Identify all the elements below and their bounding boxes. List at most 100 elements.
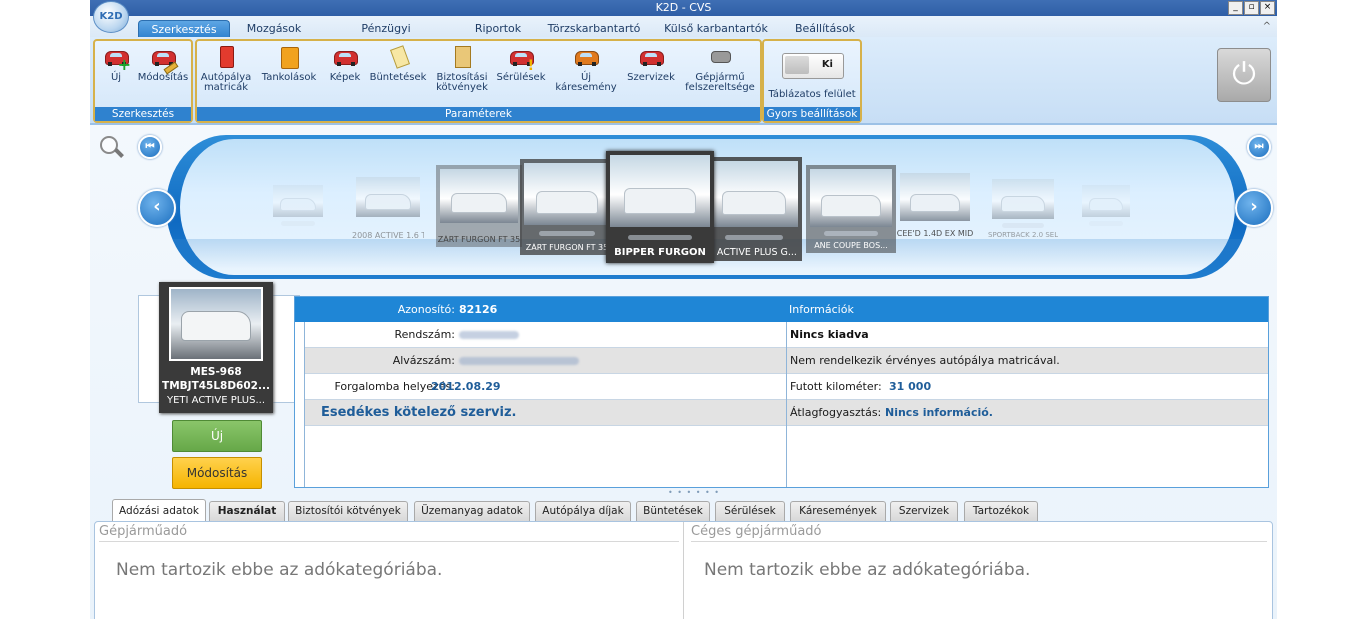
fines-button[interactable]: Büntetések	[369, 45, 427, 83]
tab-hasznalat[interactable]: Használat	[209, 501, 285, 521]
table-view-label: Táblázatos felület	[768, 89, 856, 100]
toggle-value: Ki	[821, 59, 833, 70]
vehicle-plate: MES-968	[190, 366, 242, 378]
fuel-icon	[276, 45, 302, 69]
km-label: Futott kilométer:	[790, 380, 882, 393]
tab-buntetesek[interactable]: Büntetések	[636, 501, 710, 521]
new-button[interactable]: + Új	[101, 45, 131, 83]
tab-adozasi-adatok[interactable]: Adózási adatok	[112, 499, 206, 522]
carousel-prev-button[interactable]: ‹	[138, 189, 176, 227]
ribbon-collapse-icon[interactable]: ^	[1263, 21, 1271, 32]
info-header-row: Azonosító: 82126 Információk	[295, 297, 1268, 322]
splitter-handle[interactable]: • • • • • •	[668, 488, 720, 497]
ribbon: + Új Módosítás Szerkesztés Autópálya mat…	[90, 37, 1277, 125]
vehicle-info-table: Azonosító: 82126 Információk Rendszám: N…	[294, 296, 1269, 488]
refuelings-button[interactable]: Tankolások	[259, 45, 319, 83]
damages-button[interactable]: ! Sérülések	[493, 45, 549, 83]
fines-label: Büntetések	[369, 72, 427, 83]
search-icon[interactable]	[100, 136, 120, 156]
carousel-item[interactable]: ANE COUPE BOS...	[806, 165, 896, 253]
carousel-item[interactable]	[1078, 181, 1134, 233]
carousel-item-label: ZÁRT FURGON FT 35	[525, 243, 609, 252]
carousel-item[interactable]: SPORTBACK 2.0 SEL...	[988, 175, 1058, 239]
left-gutter	[295, 322, 305, 487]
window-controls: _ ▫ ×	[1228, 1, 1275, 15]
tab-szerkesztes[interactable]: Szerkesztés	[138, 20, 230, 38]
company-vehicle-tax-title: Céges gépjárműadó	[691, 524, 822, 539]
tab-mozgasok[interactable]: Mozgások	[240, 20, 308, 37]
toggle-knob	[785, 56, 809, 74]
tab-tartozekok[interactable]: Tartozékok	[964, 501, 1038, 521]
carousel-item[interactable]: I ACTIVE PLUS G...	[706, 157, 802, 261]
tab-torzskarbantarto[interactable]: Törzskarbantartó	[546, 20, 642, 37]
vehicle-equipment-button[interactable]: Gépjármű felszereltsége	[683, 45, 757, 93]
highway-stickers-label-2: matricák	[203, 82, 249, 93]
tab-szervizek[interactable]: Szervizek	[890, 501, 958, 521]
new-vehicle-button[interactable]: Új	[172, 420, 262, 452]
tab-autopalya-dijak[interactable]: Autópálya díjak	[535, 501, 631, 521]
km-value: 31 000	[889, 380, 932, 393]
id-label: Azonosító:	[397, 303, 455, 316]
tab-serulesek[interactable]: Sérülések	[715, 501, 785, 521]
app-logo[interactable]: K2D	[93, 1, 129, 33]
carousel-item[interactable]	[269, 181, 327, 233]
carousel-item[interactable]: ZÁRT FURGON FT 35	[520, 159, 614, 255]
tab-uzemanyag-adatok[interactable]: Üzemanyag adatok	[414, 501, 530, 521]
status-value: Nincs kiadva	[790, 328, 869, 341]
rendszam-label: Rendszám:	[394, 328, 455, 341]
carousel-item-selected[interactable]: BIPPER FURGON	[606, 151, 714, 263]
insurance-document-icon	[449, 45, 475, 69]
carousel-item-label: CEE'D 1.4D EX MID	[896, 229, 974, 238]
fine-ticket-icon	[385, 45, 411, 69]
edit-button[interactable]: Módosítás	[137, 45, 189, 83]
tab-beallitasok[interactable]: Beállítások	[790, 20, 860, 37]
services-button[interactable]: Szervizek	[623, 45, 679, 83]
matrica-text: Nem rendelkezik érvényes autópálya matri…	[790, 354, 1060, 367]
new-claim-button[interactable]: Új káresemény	[553, 45, 619, 93]
insurance-policies-button[interactable]: Biztosítási kötvények	[431, 45, 493, 93]
last-item-button[interactable]: ⏭	[1247, 135, 1271, 159]
tab-karesemenyek[interactable]: Káresemények	[790, 501, 886, 521]
vehicle-tax-message: Nem tartozik ebbe az adókategóriába.	[116, 560, 443, 580]
first-item-button[interactable]: ⏮	[138, 135, 162, 159]
carousel-item[interactable]: ZÁRT FURGON FT 35	[436, 165, 522, 247]
panel-divider	[683, 522, 684, 619]
carousel-item-label: BIPPER FURGON	[614, 247, 706, 258]
carousel-item-label: ANE COUPE BOS...	[814, 241, 888, 250]
car-claim-icon	[573, 45, 599, 69]
table-view-toggle[interactable]: Ki	[782, 53, 844, 79]
highway-stickers-button[interactable]: Autópálya matricák	[199, 45, 253, 93]
images-button[interactable]: Képek	[325, 45, 365, 83]
car-add-icon: +	[103, 45, 131, 73]
car-images-icon	[332, 45, 358, 69]
insurance-policies-label-2: kötvények	[436, 82, 488, 93]
restore-button[interactable]: ▫	[1244, 1, 1259, 15]
vehicle-photo-card: MES-968 TMBJT45L8D602... YETI ACTIVE PLU…	[159, 282, 273, 413]
tab-kulso-karbantartok[interactable]: Külső karbantartók	[664, 20, 768, 37]
divider	[691, 541, 1267, 542]
carousel-item-label: 2008 ACTIVE 1.6 T4	[352, 231, 424, 240]
close-button[interactable]: ×	[1260, 1, 1275, 15]
carousel-item-label: I ACTIVE PLUS G...	[711, 247, 797, 258]
damages-label: Sérülések	[496, 72, 546, 83]
carousel-item[interactable]: 2008 ACTIVE 1.6 T4	[352, 173, 424, 240]
info-header: Információk	[789, 303, 854, 316]
window-title: K2D - CVS	[655, 1, 712, 14]
carousel-item[interactable]: CEE'D 1.4D EX MID	[896, 169, 974, 243]
carousel-item-label: ZÁRT FURGON FT 35	[437, 235, 521, 244]
rendszam-value	[459, 322, 519, 347]
menu-bar: Szerkesztés Mozgások Pénzügyi előjegyzés…	[90, 16, 1277, 52]
edit-vehicle-button[interactable]: Módosítás	[172, 457, 262, 489]
tab-penzugyi-elojegyzesek[interactable]: Pénzügyi előjegyzések	[326, 20, 446, 52]
minimize-button[interactable]: _	[1228, 1, 1243, 15]
power-icon: ⏻	[1232, 57, 1256, 92]
group-parameterek: Autópálya matricák Tankolások Képek Bünt…	[195, 39, 762, 123]
tab-biztositoi-kotvenyek[interactable]: Biztosítói kötvények	[288, 501, 408, 521]
power-button[interactable]: ⏻	[1217, 48, 1271, 102]
id-value: 82126	[459, 303, 498, 316]
carousel-next-button[interactable]: ›	[1235, 189, 1273, 227]
fuel-label: Átlagfogyasztás:	[790, 406, 882, 419]
vehicle-equipment-label-2: felszereltsége	[685, 82, 755, 93]
main-content: ⏮ ⏭ 2008 ACTIVE 1.6 T4 ZÁRT FURGON FT 35…	[90, 125, 1277, 619]
tab-riportok[interactable]: Riportok	[470, 20, 526, 37]
